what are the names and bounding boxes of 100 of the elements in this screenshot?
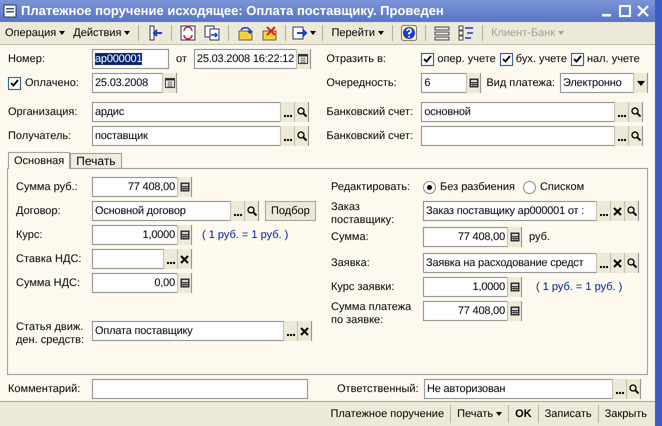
open-button[interactable] [624,253,638,273]
menu-button[interactable]: Действия [71,24,132,42]
caret-icon [124,31,130,35]
open-button[interactable] [626,379,640,399]
menu-button[interactable]: Перейти [329,24,386,42]
checkbox-label: Оплачено: [25,76,79,91]
input-field[interactable]: поставщик [92,126,309,146]
field-label: Заказ поставщику: [331,201,396,227]
select-button[interactable] [614,126,628,146]
input-field[interactable]: Не авторизован [424,379,641,399]
input-field[interactable]: основной [421,102,644,122]
search-icon [296,131,306,141]
help-icon[interactable] [401,25,418,41]
calculator-button[interactable] [507,301,521,321]
documents-icon[interactable] [292,25,308,41]
refresh-icon[interactable] [180,25,196,41]
footer-button[interactable]: Платежное поручение [324,406,450,422]
input-field[interactable] [92,379,308,399]
close-icon [180,254,189,264]
open-button[interactable] [628,102,642,122]
input-field[interactable]: 77 408,00 [92,177,192,197]
select-button[interactable] [596,253,610,273]
date-field[interactable]: 25.03.2008 [92,73,177,93]
checkbox[interactable] [421,52,434,66]
maximize-icon[interactable] [618,4,632,18]
calendar-button[interactable] [296,49,310,69]
calendar-icon [164,78,174,88]
calendar-button[interactable] [162,73,176,93]
unit-label: руб. [529,230,550,245]
open-button[interactable] [628,126,642,146]
list-icon[interactable] [434,25,450,41]
open-button[interactable] [294,126,308,146]
input-field[interactable] [92,249,192,269]
caret-icon [378,31,384,35]
caret-icon[interactable] [310,31,316,35]
calculator-button[interactable] [466,73,480,93]
rate-note: ( 1 руб. = 1 руб. ) [202,228,288,241]
tab[interactable]: Печать [70,153,122,168]
footer-button[interactable]: OK [509,406,538,422]
select-button[interactable] [612,379,626,399]
copy-icon[interactable] [204,25,220,41]
checkbox[interactable] [500,52,513,66]
input-field[interactable]: Основной договор [92,201,259,221]
radio-button[interactable] [423,180,436,194]
calculator-button[interactable] [177,177,191,197]
field-label: Комментарий: [8,382,82,397]
post-document-icon[interactable] [237,25,254,41]
date-field[interactable]: 25.03.2008 16:22:12 [194,49,311,69]
input-field[interactable]: 1,0000 [92,225,192,245]
select-button[interactable] [230,201,244,221]
select-button[interactable] [280,102,294,122]
input-field[interactable]: 0,00 [92,273,192,293]
calculator-button[interactable] [507,227,521,247]
input-field[interactable]: 77 408,00 [423,227,522,247]
input-field[interactable]: Заказ поставщику ар000001 от : [423,201,639,221]
select-button[interactable] [596,201,610,221]
input-field[interactable]: Заявка на расходование средст [423,253,639,273]
checkbox[interactable] [570,52,584,66]
footer-button[interactable]: Записать [538,406,598,422]
clear-button[interactable] [610,253,624,273]
checkbox[interactable] [8,76,21,90]
radio-button[interactable] [522,180,536,194]
calculator-button[interactable] [177,273,191,293]
open-button[interactable] [624,201,638,221]
open-button[interactable] [244,201,258,221]
search-icon [630,107,641,117]
clear-button[interactable] [297,321,311,341]
clear-button[interactable] [177,249,191,269]
footer-button[interactable]: Печать [451,406,508,422]
calculator-button[interactable] [177,225,191,245]
close-icon[interactable] [636,4,650,18]
select-button[interactable] [283,321,297,341]
select-button[interactable] [280,126,294,146]
footer-button[interactable]: Закрыть [598,406,653,422]
field-label: Курс заявки: [331,280,396,295]
select-button[interactable] [614,102,628,122]
open-button[interactable] [294,102,308,122]
input-field[interactable]: 1,0000 [423,277,522,297]
select-button[interactable] [163,249,177,269]
calculator-icon [180,182,190,192]
input-field[interactable]: 77 408,00 [423,301,522,321]
tab[interactable]: Основная [8,152,70,169]
dropdown-button[interactable] [633,73,647,93]
dropdown-field[interactable]: Электронно [560,73,648,93]
search-icon [626,258,636,268]
calculator-button[interactable] [507,277,521,297]
arrow-left-icon[interactable] [147,25,164,41]
pick-button[interactable]: Подбор [265,201,316,221]
number-field[interactable]: ар000001 [92,49,169,69]
checklist-icon[interactable] [458,25,474,41]
input-field[interactable] [421,126,644,146]
menu-button[interactable]: Операция [3,24,68,42]
input-field[interactable]: 6 [421,73,482,93]
calculator-icon [510,282,520,292]
clear-button[interactable] [610,201,624,221]
input-field[interactable]: ардис [92,102,309,122]
caret-icon [59,31,66,35]
input-field[interactable]: Оплата поставщику [92,321,312,341]
unpost-document-icon[interactable] [261,25,278,41]
caret-icon [558,31,564,35]
